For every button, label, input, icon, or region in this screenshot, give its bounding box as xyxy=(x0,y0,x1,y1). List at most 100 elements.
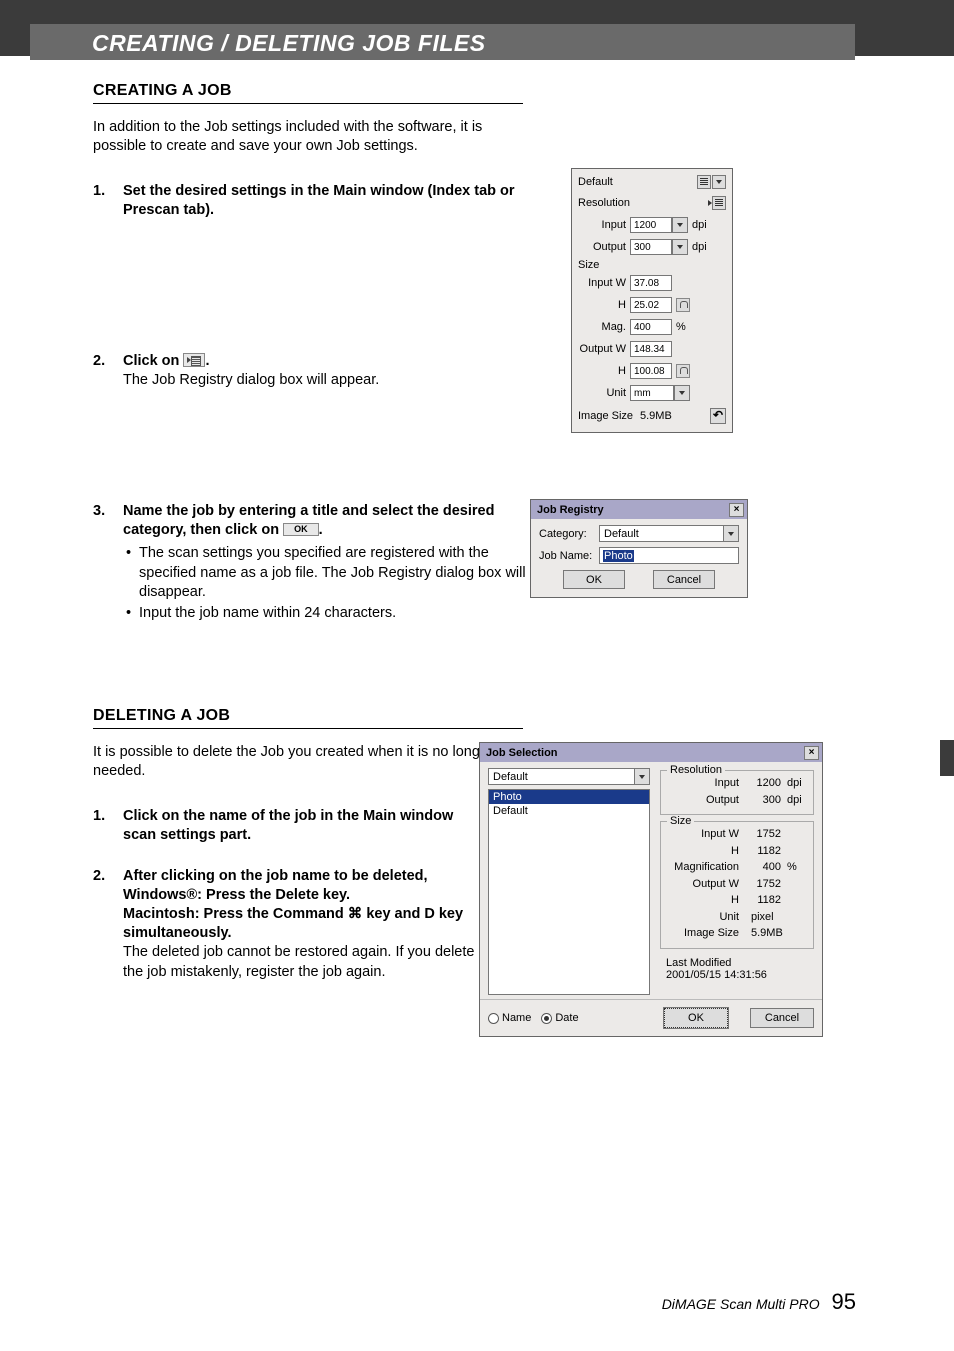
unit-label: Unit xyxy=(578,387,630,399)
radio-icon xyxy=(541,1013,552,1024)
unit-dropdown[interactable] xyxy=(674,385,690,401)
imgsize-value: 5.9MB xyxy=(745,925,807,942)
list-item[interactable]: Default xyxy=(489,804,649,818)
bullet-dot: • xyxy=(123,604,139,623)
step1-text: Set the desired settings in the Main win… xyxy=(123,183,515,218)
scan-settings-panel: Default Resolution Input 1200 dpi Output… xyxy=(571,168,733,433)
page-footer: DiMAGE Scan Multi PRO 95 xyxy=(662,1289,856,1315)
step3-bullet2: Input the job name within 24 characters. xyxy=(139,604,396,623)
resolution-label: Resolution xyxy=(578,197,712,209)
outw-value: 1752 xyxy=(745,876,781,893)
resolution-fieldset: Resolution Input1200dpi Output300dpi xyxy=(660,770,814,815)
dpi-label: dpi xyxy=(688,241,707,253)
output-res-field[interactable]: 300 xyxy=(630,239,672,255)
jobname-label: Job Name: xyxy=(539,550,599,562)
dialog-titlebar: Job Selection × xyxy=(480,743,822,762)
step3b: . xyxy=(319,522,323,538)
dpi-label: dpi xyxy=(781,775,802,792)
bullet-dot: • xyxy=(123,544,139,601)
product-name: DiMAGE Scan Multi PRO xyxy=(662,1296,820,1312)
mag-label: Magnification xyxy=(667,859,745,876)
deleting-step-1: 1. Click on the name of the job in the M… xyxy=(93,807,483,845)
radio-date-label: Date xyxy=(555,1012,578,1024)
radio-name[interactable]: Name xyxy=(488,1012,531,1024)
category-select[interactable]: Default xyxy=(599,525,739,542)
output-h-field[interactable]: 100.08 xyxy=(630,363,672,379)
dialog-title: Job Registry xyxy=(537,504,604,516)
input-w-field[interactable]: 37.08 xyxy=(630,275,672,291)
dpi-label: dpi xyxy=(781,792,802,809)
heading-creating: CREATING A JOB xyxy=(93,82,523,104)
unit-label: Unit xyxy=(667,909,745,926)
reset-icon[interactable] xyxy=(710,408,726,424)
command-key-icon: ⌘ xyxy=(348,905,363,924)
output-w-label: Output W xyxy=(578,343,630,355)
del-step2-l1: After clicking on the job name to be del… xyxy=(123,867,485,886)
imgsize-label: Image Size xyxy=(667,925,745,942)
creating-step-3: 3. Name the job by entering a title and … xyxy=(93,502,529,625)
step3-bullet1: The scan settings you specified are regi… xyxy=(139,544,529,601)
input-label: Input xyxy=(667,775,745,792)
output-w-field[interactable]: 148.34 xyxy=(630,341,672,357)
category-select[interactable]: Default xyxy=(488,768,650,785)
lastmod-label: Last Modified xyxy=(666,957,814,969)
del-step1: Click on the name of the job in the Main… xyxy=(123,808,453,843)
chevron-down-icon xyxy=(634,769,649,784)
settings-name: Default xyxy=(578,176,696,188)
h-label: H xyxy=(578,299,630,311)
page-number: 95 xyxy=(824,1289,856,1314)
resolution-legend: Resolution xyxy=(667,764,725,776)
inw-value: 1752 xyxy=(745,826,781,843)
ok-button[interactable]: OK xyxy=(563,570,625,589)
ok-button-inline-icon: OK xyxy=(283,523,319,536)
close-icon[interactable]: × xyxy=(729,503,744,517)
cancel-button[interactable]: Cancel xyxy=(653,570,715,589)
output-res-dropdown[interactable] xyxy=(672,239,688,255)
deleting-intro: It is possible to delete the Job you cre… xyxy=(93,743,543,781)
h-label: H xyxy=(667,892,745,909)
del-step2-note: The deleted job cannot be restored again… xyxy=(123,943,485,981)
list-item[interactable]: Photo xyxy=(489,790,649,804)
creating-intro: In addition to the Job settings included… xyxy=(93,118,523,156)
job-listbox[interactable]: Photo Default xyxy=(488,789,650,995)
step-number: 2. xyxy=(93,867,123,982)
step-number: 2. xyxy=(93,352,123,390)
output-label: Output xyxy=(667,792,745,809)
mag-value: 400 xyxy=(745,859,781,876)
pct-label: % xyxy=(672,321,686,333)
radio-date[interactable]: Date xyxy=(541,1012,578,1024)
job-dropdown-icon[interactable] xyxy=(712,175,726,189)
job-registry-button-icon[interactable] xyxy=(712,196,726,210)
unit-field[interactable]: mm xyxy=(630,385,674,401)
step2-note: The Job Registry dialog box will appear. xyxy=(123,371,529,390)
input-value: 1200 xyxy=(745,775,781,792)
input-res-dropdown[interactable] xyxy=(672,217,688,233)
radio-name-label: Name xyxy=(502,1012,531,1024)
unit-value: pixel xyxy=(745,909,781,926)
dialog-title: Job Selection xyxy=(486,747,558,759)
lock-icon[interactable] xyxy=(676,364,690,378)
close-icon[interactable]: × xyxy=(804,746,819,760)
image-size-label: Image Size xyxy=(578,410,640,422)
heading-deleting: DELETING A JOB xyxy=(93,707,523,729)
creating-step-1: 1. Set the desired settings in the Main … xyxy=(93,182,529,220)
step-number: 1. xyxy=(93,182,123,220)
input-h-field[interactable]: 25.02 xyxy=(630,297,672,313)
lock-icon[interactable] xyxy=(676,298,690,312)
cancel-button[interactable]: Cancel xyxy=(750,1008,814,1028)
step-number: 3. xyxy=(93,502,123,625)
job-list-icon[interactable] xyxy=(697,175,711,189)
del-step2-l2: Windows®: Press the Delete key. xyxy=(123,886,485,905)
dpi-label: dpi xyxy=(688,219,707,231)
job-selection-dialog: Job Selection × Default Photo Default Re… xyxy=(479,742,823,1037)
output-label: Output xyxy=(578,241,630,253)
outh-value: 1182 xyxy=(745,892,781,909)
mag-field[interactable]: 400 xyxy=(630,319,672,335)
size-fieldset: Size Input W1752 H1182 Magnification400%… xyxy=(660,821,814,949)
jobname-input[interactable]: Photo xyxy=(599,547,739,564)
ok-button[interactable]: OK xyxy=(664,1008,728,1028)
step-number: 1. xyxy=(93,807,123,845)
dialog-titlebar: Job Registry × xyxy=(531,500,747,519)
jobname-value: Photo xyxy=(603,550,634,562)
input-res-field[interactable]: 1200 xyxy=(630,217,672,233)
